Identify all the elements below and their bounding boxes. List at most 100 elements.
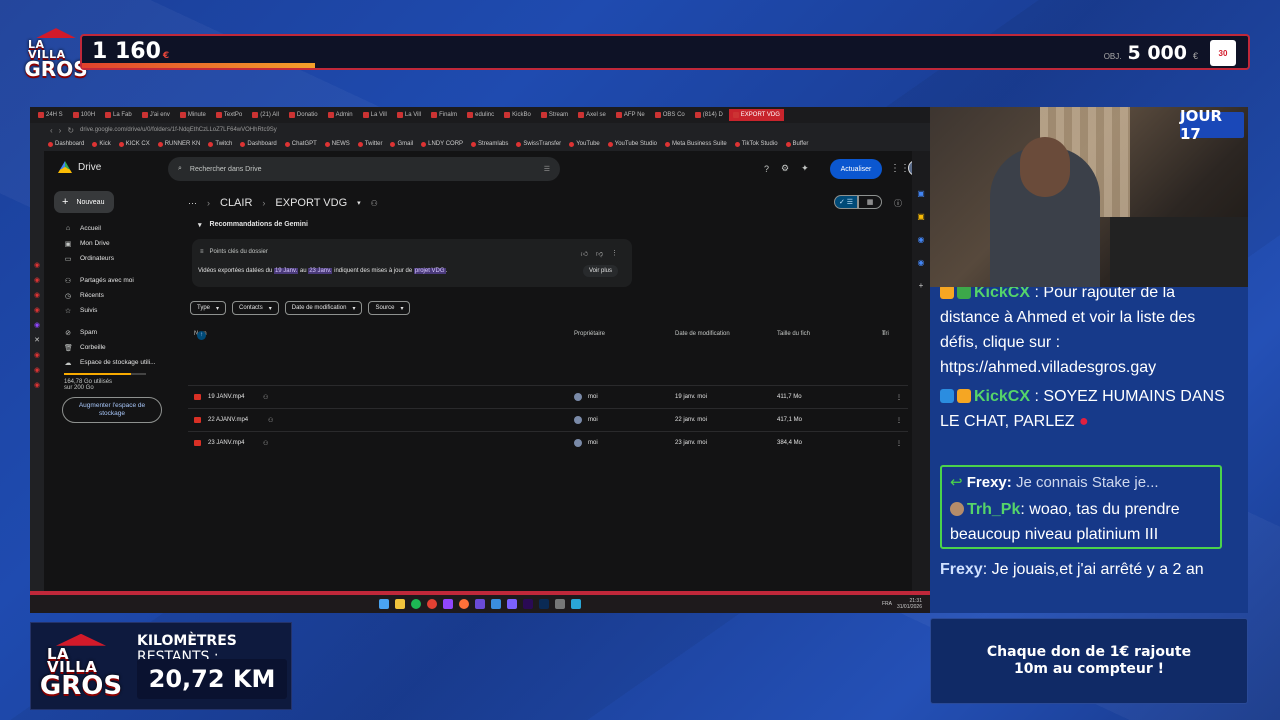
bookmark[interactable]: Gmail [390, 141, 413, 147]
file-name[interactable]: 19 JANV.mp4 [208, 394, 244, 400]
bookmark[interactable]: Kick [92, 141, 111, 147]
sidebar-app-icon[interactable]: ✕ [34, 336, 40, 344]
column-size[interactable]: Taille du fich [777, 331, 810, 337]
bookmark[interactable]: Dashboard [48, 141, 84, 147]
bookmark[interactable]: RUNNER KN [157, 141, 200, 147]
file-explorer-icon[interactable] [395, 599, 405, 609]
sidebar-item-partagés[interactable]: ⚇ Partagés avec moi [64, 273, 174, 288]
upgrade-storage-button[interactable]: Augmenter l'espace de stockage [62, 397, 162, 423]
settings-icon[interactable]: ⚙ [781, 163, 789, 174]
more-vert-icon[interactable]: ⋮ [896, 394, 902, 401]
more-vert-icon[interactable]: ⋮ [896, 440, 902, 447]
browser-tab[interactable]: Finalm [427, 109, 461, 121]
sidebar-app-icon[interactable]: ◉ [34, 291, 40, 299]
calendar-icon[interactable]: ▣ [917, 189, 925, 198]
browser-tab[interactable]: KickBo [500, 109, 535, 121]
file-name[interactable]: 22 AJANV.mp4 [208, 417, 248, 423]
sidebar-app-icon[interactable]: ◉ [34, 306, 40, 314]
browser-tab[interactable]: Stream [537, 109, 572, 121]
filter-chip[interactable]: Type ▾ [190, 301, 227, 315]
bookmark[interactable]: Meta Business Suite [665, 141, 727, 147]
spotify-icon[interactable] [411, 599, 421, 609]
keep-icon[interactable]: ▣ [917, 212, 925, 221]
sidebar-item-spam[interactable]: ⊘ Spam [64, 325, 174, 340]
more-vert-icon[interactable]: ⋮ [611, 249, 618, 258]
bookmark[interactable]: SwissTransfer [516, 141, 561, 147]
bookmark[interactable]: Buffer [785, 141, 808, 147]
browser-tab[interactable]: Admin [324, 109, 357, 121]
premiere-icon[interactable] [523, 599, 533, 609]
table-row[interactable]: 23 JANV.mp4 ⚇ moi 23 janv. moi 384,4 Mo ⋮ [188, 431, 908, 453]
list-view-button[interactable]: ✓ ☰ [834, 195, 858, 209]
see-more-button[interactable]: Voir plus [582, 265, 618, 277]
app-icon[interactable] [443, 599, 453, 609]
browser-tab[interactable]: (814) D [691, 109, 727, 121]
lang-indicator[interactable]: FRA [882, 601, 892, 607]
add-icon[interactable]: + [919, 281, 924, 290]
app-icon[interactable] [491, 599, 501, 609]
thumbs-up-icon[interactable]: 👍︎ [581, 249, 588, 258]
filter-chip[interactable]: Date de modification ▾ [284, 301, 363, 315]
firefox-icon[interactable] [459, 599, 469, 609]
browser-tab[interactable]: Minute [176, 109, 210, 121]
browser-tab[interactable]: (21) All [248, 109, 283, 121]
table-row[interactable]: 22 AJANV.mp4 ⚇ moi 22 janv. moi 417,1 Mo ⋮ [188, 408, 908, 430]
sidebar-item-suivis[interactable]: ☆ Suivis [64, 303, 174, 318]
sidebar-app-icon[interactable]: ◉ [34, 366, 40, 374]
address-bar[interactable]: ‹ › ↻ drive.google.com/drive/u/0/folders… [30, 123, 930, 137]
tasks-icon[interactable]: ◉ [918, 235, 925, 244]
info-icon[interactable]: ⓘ [894, 198, 902, 209]
browser-tab[interactable]: edulinc [463, 109, 498, 121]
browser-tab[interactable]: La Fab [101, 109, 136, 121]
browser-tab[interactable]: 100H [69, 109, 99, 121]
more-vert-icon[interactable]: ⋮ [896, 417, 902, 424]
filter-chip[interactable]: Contacts ▾ [232, 301, 279, 315]
back-icon[interactable]: ‹ [50, 126, 53, 135]
sidebar-item-corbeille[interactable]: 🗑︎ Corbeille [64, 340, 174, 355]
url-text[interactable]: drive.google.com/drive/u/0/folders/1f-Nd… [80, 127, 277, 133]
browser-tab[interactable]: OBS Co [651, 109, 689, 121]
browser-tab[interactable]: J'ai env [138, 109, 174, 121]
contacts-icon[interactable]: ◉ [918, 258, 925, 267]
breadcrumb-parent[interactable]: CLAIR [220, 197, 252, 209]
app-icon[interactable] [475, 599, 485, 609]
clock[interactable]: 21:31 31/01/2026 [897, 598, 922, 610]
gemini-icon[interactable]: ✦ [801, 163, 809, 174]
grid-view-button[interactable]: ▦ [858, 195, 882, 209]
help-icon[interactable]: ? [764, 164, 769, 174]
filter-options-icon[interactable]: ☰ [544, 165, 550, 173]
sidebar-app-icon[interactable]: ◉ [34, 276, 40, 284]
column-owner[interactable]: Propriétaire [574, 331, 605, 337]
browser-tab[interactable]: Axel se [574, 109, 610, 121]
browser-tab[interactable]: TextPo [212, 109, 246, 121]
bookmark[interactable]: LNDY CORP [421, 141, 463, 147]
sidebar-item-mon[interactable]: ▣ Mon Drive [64, 236, 174, 251]
forward-icon[interactable]: › [59, 126, 62, 135]
browser-tab[interactable]: Donatio [285, 109, 322, 121]
sidebar-app-icon[interactable]: ◉ [34, 381, 40, 389]
sidebar-item-ordinateurs[interactable]: ▭ Ordinateurs [64, 251, 174, 266]
bookmark[interactable]: Twitch [208, 141, 232, 147]
bookmark[interactable]: ChatGPT [284, 141, 317, 147]
thumbs-down-icon[interactable]: 👎︎ [596, 249, 603, 258]
photoshop-icon[interactable] [539, 599, 549, 609]
browser-tab[interactable]: 24H S [34, 109, 67, 121]
search-input[interactable]: ⌕ Rechercher dans Drive ☰ [168, 157, 560, 181]
filter-chip[interactable]: Source ▾ [368, 301, 411, 315]
bookmark[interactable]: Dashboard [240, 141, 277, 147]
gemini-recommendations-header[interactable]: ▾ Recommandations de Gemini [198, 221, 308, 229]
breadcrumb-current[interactable]: EXPORT VDG [275, 197, 347, 209]
reload-icon[interactable]: ↻ [67, 126, 74, 135]
sidebar-app-icon[interactable]: ◉ [34, 351, 40, 359]
browser-tab[interactable]: La Vill [359, 109, 391, 121]
browser-tab[interactable]: EXPORT VDG [728, 109, 784, 121]
bookmark[interactable]: YouTube Studio [607, 141, 657, 147]
bookmark[interactable]: KICK CX [118, 141, 150, 147]
apps-grid-icon[interactable]: ⋮⋮ [890, 163, 910, 174]
drive-logo[interactable]: Drive [58, 161, 101, 173]
windows-start-icon[interactable] [379, 599, 389, 609]
bookmark[interactable]: TikTok Studio [734, 141, 778, 147]
bookmark[interactable]: YouTube [569, 141, 600, 147]
app-icon[interactable] [555, 599, 565, 609]
bookmark[interactable]: Streamlabs [471, 141, 508, 147]
